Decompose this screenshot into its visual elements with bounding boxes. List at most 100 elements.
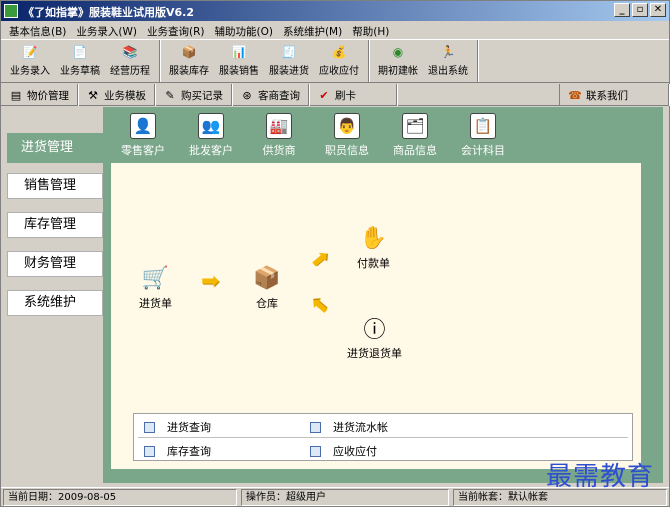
- receivable-payable-button[interactable]: 💰 应收应付: [314, 40, 364, 82]
- purchase-query-link[interactable]: 进货查询: [144, 419, 211, 435]
- contact-us-label: 联系我们: [586, 89, 628, 102]
- contact-icon: ☎: [568, 88, 582, 102]
- app-icon: [4, 4, 18, 18]
- history-label: 经营历程: [110, 66, 150, 77]
- nav-purchase-management[interactable]: 进货管理: [7, 133, 103, 163]
- quick-access-bar: 👤 零售客户 👥 批发客户 🏭 供货商 👨 职员信息 🗂 商品信息 📋 会计科目: [103, 107, 663, 161]
- clothing-inventory-button[interactable]: 📦 服装库存: [164, 40, 214, 82]
- document-entry-icon: 📝: [22, 45, 38, 59]
- watermark-text: 最需教育: [546, 462, 655, 492]
- arrow-up-right-icon: ➡: [305, 243, 336, 276]
- staff-info-label: 职员信息: [325, 144, 369, 157]
- exit-system-label: 退出系统: [428, 66, 468, 77]
- arrow-right-icon: ➡: [201, 269, 220, 294]
- sales-icon: 📊: [231, 45, 247, 59]
- supplier-icon: 🏭: [266, 113, 292, 139]
- business-template-label: 业务模板: [104, 89, 146, 102]
- secondary-toolbar: ▤ 物价管理 ⚒ 业务模板 ✎ 购买记录 ⊛ 客商查询 ✔ 刷卡 ☎ 联系我们: [1, 84, 669, 106]
- nav-sales-management[interactable]: 销售管理: [7, 173, 103, 199]
- staff-info-button[interactable]: 👨 职员信息: [313, 107, 381, 161]
- retail-customer-icon: 👤: [130, 113, 156, 139]
- app-window: 《了如指掌》服装鞋业试用版V6.2 _ ▫ ✕ 基本信息(B) 业务录入(W) …: [0, 0, 670, 507]
- card-swipe-button[interactable]: ✔ 刷卡: [309, 84, 397, 106]
- query-panel: 进货查询 进货流水帐 库存查询 应收应付: [133, 413, 633, 461]
- card-swipe-label: 刷卡: [335, 89, 356, 102]
- receivable-payable-link[interactable]: 应收应付: [310, 443, 377, 459]
- template-icon: ⚒: [88, 88, 98, 102]
- purchase-record-label: 购买记录: [181, 89, 223, 102]
- history-button[interactable]: 📚 经营历程: [105, 40, 155, 82]
- purchase-return-label: 进货退货单: [347, 347, 402, 360]
- restore-button[interactable]: ▫: [632, 3, 648, 17]
- purchase-record-icon: ✎: [165, 88, 175, 102]
- menu-system-maintenance[interactable]: 系统维护(M): [279, 21, 348, 39]
- business-entry-label: 业务录入: [10, 66, 50, 77]
- supplier-button[interactable]: 🏭 供货商: [245, 107, 313, 161]
- list-icon: [144, 445, 155, 457]
- main-toolbar: 📝 业务录入 📄 业务草稿 📚 经营历程 📦 服装库存 📊 服装销售 🧾 服装进…: [1, 39, 669, 83]
- menu-help[interactable]: 帮助(H): [348, 21, 395, 39]
- window-title: 《了如指掌》服装鞋业试用版V6.2: [23, 6, 194, 19]
- wholesale-customer-button[interactable]: 👥 批发客户: [177, 107, 245, 161]
- menu-business-entry[interactable]: 业务录入(W): [72, 21, 143, 39]
- retail-customer-button[interactable]: 👤 零售客户: [109, 107, 177, 161]
- toolbar-group-clothing: 📦 服装库存 📊 服装销售 🧾 服装进货 💰 应收应付: [160, 40, 369, 82]
- history-icon: 📚: [122, 45, 138, 59]
- status-date: 当前日期：2009-08-05: [3, 489, 237, 506]
- list-icon: [310, 421, 321, 433]
- title-bar: 《了如指掌》服装鞋业试用版V6.2 _ ▫ ✕: [1, 1, 669, 21]
- purchase-order-node[interactable]: 🛒 进货单: [139, 263, 172, 311]
- menu-basic-info[interactable]: 基本信息(B): [5, 21, 72, 39]
- staff-icon: 👨: [334, 113, 360, 139]
- query-divider: [138, 437, 628, 438]
- purchase-query-label: 进货查询: [167, 421, 211, 434]
- nav-inventory-management[interactable]: 库存管理: [7, 212, 103, 238]
- supplier-label: 供货商: [262, 144, 296, 157]
- status-operator: 操作员：超级用户: [241, 489, 449, 506]
- contact-us-button[interactable]: ☎ 联系我们: [559, 84, 669, 106]
- close-button[interactable]: ✕: [650, 3, 666, 17]
- purchase-icon: 🧾: [281, 45, 297, 59]
- business-draft-button[interactable]: 📄 业务草稿: [55, 40, 105, 82]
- customer-query-icon: ⊛: [242, 88, 252, 102]
- opening-account-button[interactable]: ◉ 期初建帐: [373, 40, 423, 82]
- clothing-sales-label: 服装销售: [219, 66, 259, 77]
- warehouse-label: 仓库: [256, 297, 278, 310]
- business-entry-button[interactable]: 📝 业务录入: [5, 40, 55, 82]
- purchase-ledger-link[interactable]: 进货流水帐: [310, 419, 388, 435]
- purchase-return-node[interactable]: ⓘ 进货退货单: [347, 313, 402, 361]
- opening-account-icon: ◉: [392, 45, 404, 59]
- workflow-workspace: 🛒 进货单 ➡ 📦 仓库 ➡ ➡ ✋ 付款单 ⓘ 进货退货单 进货查询 进货流水…: [111, 163, 641, 469]
- list-icon: [310, 445, 321, 457]
- receivable-payable-query-label: 应收应付: [333, 445, 377, 458]
- card-swipe-icon: ✔: [319, 88, 329, 102]
- nav-finance-management[interactable]: 财务管理: [7, 251, 103, 277]
- inventory-query-link[interactable]: 库存查询: [144, 443, 211, 459]
- account-subject-button[interactable]: 📋 会计科目: [449, 107, 517, 161]
- main-panel: 进货管理 销售管理 库存管理 财务管理 系统维护 👤 零售客户 👥 批发客户 🏭…: [7, 107, 663, 483]
- exit-system-button[interactable]: 🏃 退出系统: [423, 40, 473, 82]
- clothing-sales-button[interactable]: 📊 服装销售: [214, 40, 264, 82]
- price-management-button[interactable]: ▤ 物价管理: [1, 84, 78, 106]
- toolbar-group-business: 📝 业务录入 📄 业务草稿 📚 经营历程: [1, 40, 160, 82]
- menu-business-query[interactable]: 业务查询(R): [143, 21, 211, 39]
- payment-node[interactable]: ✋ 付款单: [357, 223, 390, 271]
- menu-auxiliary[interactable]: 辅助功能(O): [210, 21, 278, 39]
- price-management-label: 物价管理: [27, 89, 69, 102]
- nav-system-maintenance[interactable]: 系统维护: [7, 290, 103, 316]
- customer-query-button[interactable]: ⊛ 客商查询: [232, 84, 309, 106]
- clothing-inventory-label: 服装库存: [169, 66, 209, 77]
- goods-info-button[interactable]: 🗂 商品信息: [381, 107, 449, 161]
- purchase-record-button[interactable]: ✎ 购买记录: [155, 84, 232, 106]
- draft-icon: 📄: [72, 45, 88, 59]
- customer-query-label: 客商查询: [258, 89, 300, 102]
- goods-icon: 🗂: [402, 113, 428, 139]
- wholesale-customer-icon: 👥: [198, 113, 224, 139]
- clothing-purchase-button[interactable]: 🧾 服装进货: [264, 40, 314, 82]
- warehouse-node[interactable]: 📦 仓库: [251, 263, 283, 311]
- minimize-button[interactable]: _: [614, 3, 630, 17]
- wholesale-customer-label: 批发客户: [189, 144, 233, 157]
- business-template-button[interactable]: ⚒ 业务模板: [78, 84, 155, 106]
- business-draft-label: 业务草稿: [60, 66, 100, 77]
